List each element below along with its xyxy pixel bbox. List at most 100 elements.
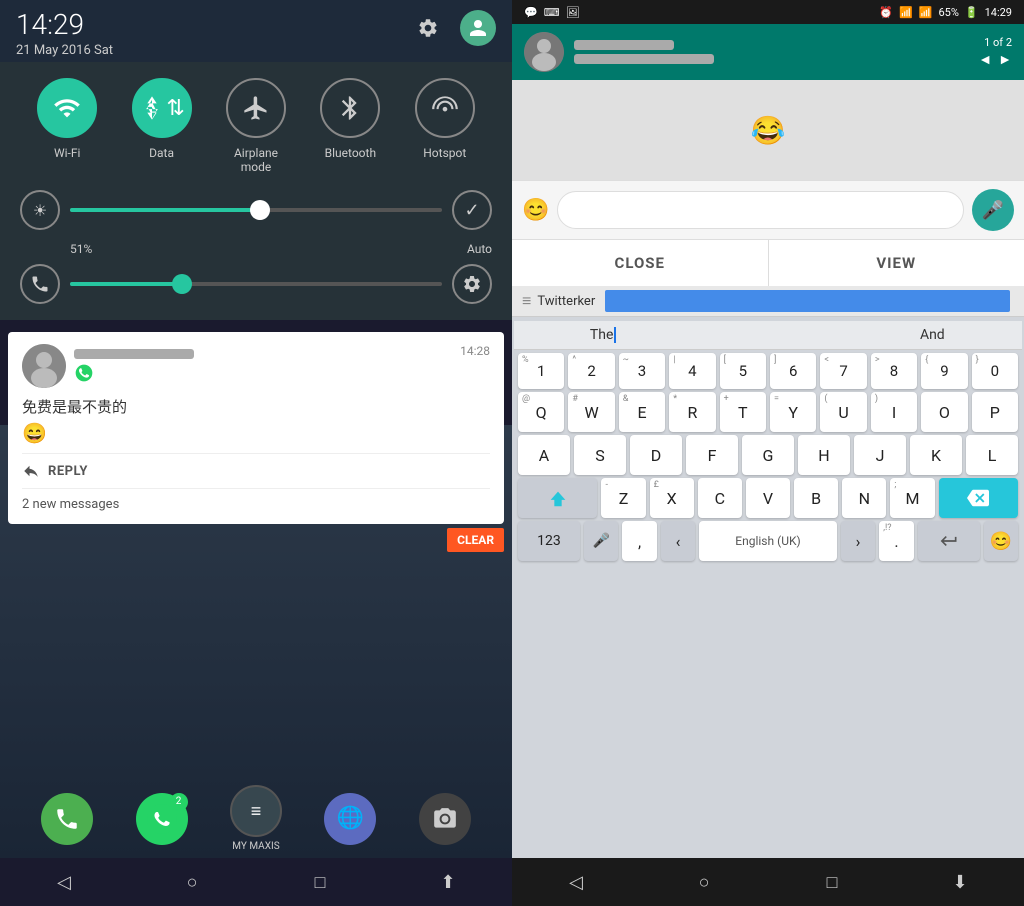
- wa-prev-btn[interactable]: ◄: [978, 51, 992, 68]
- dock-globe[interactable]: 🌐: [324, 793, 376, 845]
- home-button-right[interactable]: ○: [684, 862, 724, 902]
- auto-brightness-button[interactable]: ✓: [452, 190, 492, 230]
- battery-percent: 65%: [938, 6, 958, 19]
- airplane-toggle[interactable]: Airplanemode: [226, 78, 286, 174]
- key-q[interactable]: @Q: [518, 392, 564, 432]
- left-arrow-key[interactable]: ‹: [661, 521, 695, 561]
- key-l[interactable]: L: [966, 435, 1018, 475]
- reply-button[interactable]: REPLY: [22, 462, 490, 480]
- key-4[interactable]: |4: [669, 353, 715, 389]
- period-key[interactable]: ,!?.: [879, 521, 913, 561]
- key-y[interactable]: =Y: [770, 392, 816, 432]
- key-p[interactable]: P: [972, 392, 1018, 432]
- key-9[interactable]: {9: [921, 353, 967, 389]
- key-m[interactable]: ;M: [890, 478, 934, 518]
- key-d[interactable]: D: [630, 435, 682, 475]
- key-5[interactable]: [5: [720, 353, 766, 389]
- hotspot-toggle[interactable]: Hotspot: [415, 78, 475, 174]
- settings-quick-btn[interactable]: [452, 264, 492, 304]
- volume-track[interactable]: [70, 282, 442, 286]
- numbers-toggle-key[interactable]: 123: [518, 521, 580, 561]
- emoji-key[interactable]: 😊: [984, 521, 1018, 561]
- dock-mymaxis[interactable]: ≡ MY MAXIS: [230, 785, 282, 852]
- share-button-left[interactable]: ⬆: [428, 862, 468, 902]
- key-2[interactable]: ^2: [568, 353, 614, 389]
- right-arrow-key[interactable]: ›: [841, 521, 875, 561]
- left-panel: 14:29 21 May 2016 Sat: [0, 0, 512, 906]
- enter-key[interactable]: [918, 521, 980, 561]
- key-e[interactable]: &E: [619, 392, 665, 432]
- key-g[interactable]: G: [742, 435, 794, 475]
- dock-phone[interactable]: [41, 793, 93, 845]
- key-v[interactable]: V: [746, 478, 790, 518]
- recents-button-right[interactable]: □: [812, 862, 852, 902]
- dock-camera[interactable]: [419, 793, 471, 845]
- alarm-icon: ⏰: [879, 6, 893, 19]
- key-u[interactable]: (U: [820, 392, 866, 432]
- back-button-left[interactable]: ◁: [44, 862, 84, 902]
- notif-divider: [22, 453, 490, 454]
- suggestion-the[interactable]: The: [524, 327, 683, 343]
- wa-notif-nav[interactable]: ◄ ►: [978, 51, 1012, 68]
- key-f[interactable]: F: [686, 435, 738, 475]
- browser-bar[interactable]: [605, 290, 1010, 312]
- key-s[interactable]: S: [574, 435, 626, 475]
- key-c[interactable]: C: [698, 478, 742, 518]
- comma-key[interactable]: ,: [622, 521, 656, 561]
- qwerty-row: @Q #W &E *R +T =Y (U )I O P: [514, 392, 1022, 432]
- key-n[interactable]: N: [842, 478, 886, 518]
- dock-whatsapp[interactable]: 2: [136, 793, 188, 845]
- key-7[interactable]: <7: [820, 353, 866, 389]
- key-r[interactable]: *R: [669, 392, 715, 432]
- clear-button[interactable]: CLEAR: [447, 528, 504, 552]
- wa-input-row: 😊 🎤: [512, 180, 1024, 239]
- hotspot-icon-circle: [415, 78, 475, 138]
- shift-key[interactable]: [518, 478, 597, 518]
- bluetooth-label: Bluetooth: [325, 146, 376, 160]
- wa-next-btn[interactable]: ►: [998, 51, 1012, 68]
- user-profile-button[interactable]: [460, 10, 496, 46]
- key-1[interactable]: %1: [518, 353, 564, 389]
- volume-thumb[interactable]: [172, 274, 192, 294]
- zxcv-row: -Z £X C V B N ;M: [514, 478, 1022, 518]
- close-button[interactable]: CLOSE: [512, 240, 769, 286]
- address-bar: ≡ Twitterker: [512, 286, 1024, 317]
- whatsapp-notification-card: 14:28 免费是最不贵的 😄 REPLY 2 new messages: [8, 332, 504, 524]
- wa-notif-msg-blur: [574, 54, 714, 64]
- key-z[interactable]: -Z: [601, 478, 645, 518]
- data-toggle[interactable]: ⇅ Data: [132, 78, 192, 174]
- key-8[interactable]: >8: [871, 353, 917, 389]
- keyboard-hide-button[interactable]: ⬇: [940, 862, 980, 902]
- home-button-left[interactable]: ○: [172, 862, 212, 902]
- recents-button-left[interactable]: □: [300, 862, 340, 902]
- wa-mic-button[interactable]: 🎤: [972, 189, 1014, 231]
- wifi-toggle[interactable]: Wi-Fi: [37, 78, 97, 174]
- key-6[interactable]: ]6: [770, 353, 816, 389]
- key-w[interactable]: #W: [568, 392, 614, 432]
- key-t[interactable]: +T: [720, 392, 766, 432]
- wa-notification-bar[interactable]: 1 of 2 ◄ ►: [512, 24, 1024, 80]
- key-3[interactable]: ~3: [619, 353, 665, 389]
- brightness-thumb[interactable]: [250, 200, 270, 220]
- brightness-track[interactable]: [70, 208, 442, 212]
- mic-key[interactable]: 🎤: [584, 521, 618, 561]
- key-b[interactable]: B: [794, 478, 838, 518]
- key-h[interactable]: H: [798, 435, 850, 475]
- key-0[interactable]: }0: [972, 353, 1018, 389]
- space-key[interactable]: English (UK): [699, 521, 837, 561]
- key-i[interactable]: )I: [871, 392, 917, 432]
- key-x[interactable]: £X: [650, 478, 694, 518]
- back-button-right[interactable]: ◁: [556, 862, 596, 902]
- key-j[interactable]: J: [854, 435, 906, 475]
- wa-message-input[interactable]: [557, 191, 964, 229]
- delete-key[interactable]: [939, 478, 1018, 518]
- suggestion-and[interactable]: And: [853, 327, 1012, 343]
- key-a[interactable]: A: [518, 435, 570, 475]
- key-k[interactable]: K: [910, 435, 962, 475]
- emoji-picker-button[interactable]: 😊: [522, 198, 549, 223]
- bluetooth-toggle[interactable]: Bluetooth: [320, 78, 380, 174]
- wifi-status-icon: 📶: [899, 6, 913, 19]
- key-o[interactable]: O: [921, 392, 967, 432]
- view-button[interactable]: VIEW: [769, 240, 1024, 286]
- settings-button[interactable]: [410, 10, 446, 46]
